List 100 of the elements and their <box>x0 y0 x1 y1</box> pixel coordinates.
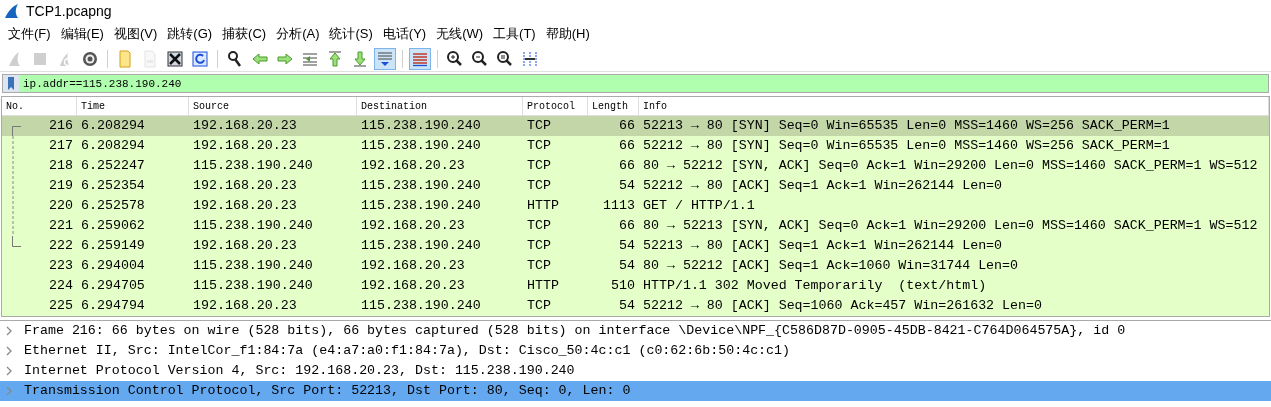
table-cell-text: GET / HTTP/1.1 <box>642 197 756 216</box>
packet-row[interactable]: 216 6.208294 192.168.20.23 115.238.190.240 TCP 66 52213 → 80 [SYN] Seq=0 Win=65535 Len=0 MSS=1460 WS=256 SACK_PERM=1 <box>2 116 1269 136</box>
detail-text: Transmission Control Protocol, Src Port: 52213, Dst Port: 80, Seq: 0, Len: 0 <box>24 382 631 401</box>
column-header[interactable]: No. <box>2 97 77 115</box>
menu-item[interactable]: 无线(W) <box>432 24 488 44</box>
table-cell-text: 115.238.190.240 <box>360 237 482 256</box>
table-cell-text: 54 <box>618 257 636 276</box>
detail-text: Internet Protocol Version 4, Src: 192.168.20.23, Dst: 115.238.190.240 <box>24 362 575 381</box>
table-cell-text: 115.238.190.240 <box>192 277 314 296</box>
packet-row[interactable]: 217 6.208294 192.168.20.23 115.238.190.240 TCP 66 52212 → 80 [SYN] Seq=0 Win=65535 Len=0 MSS=1460 WS=256 SACK_PERM=1 <box>2 136 1269 156</box>
table-cell-text: 115.238.190.240 <box>360 197 482 216</box>
autoscroll-icon <box>376 49 394 68</box>
reload-icon <box>191 49 209 68</box>
table-cell-text: TCP <box>526 157 552 176</box>
folder-icon <box>116 49 134 68</box>
table-cell-text: 115.238.190.240 <box>192 157 314 176</box>
column-header[interactable]: Time <box>77 97 189 115</box>
column-header[interactable]: Source <box>189 97 357 115</box>
table-cell-text: 223 <box>49 257 74 276</box>
table-cell-text: 6.294004 <box>80 257 146 276</box>
table-cell-text: 192.168.20.23 <box>192 297 298 316</box>
table-cell-text: 66 <box>618 217 636 236</box>
table-cell-text: 115.238.190.240 <box>192 257 314 276</box>
table-cell-text: 192.168.20.23 <box>192 237 298 256</box>
packet-row[interactable]: 221 6.259062 115.238.190.240 192.168.20.23 TCP 66 80 → 52213 [SYN, ACK] Seq=0 Ack=1 Win=29200 Len=0 MSS=1460 SACK_PERM=1 WS=512 <box>2 216 1269 236</box>
table-cell-text: 192.168.20.23 <box>192 177 298 196</box>
table-cell-text: 66 <box>618 157 636 176</box>
table-cell-text: HTTP <box>526 197 560 216</box>
toolbar-button[interactable] <box>409 47 431 70</box>
table-cell-text: 54 <box>618 297 636 316</box>
table-cell-text: 66 <box>618 117 636 136</box>
table-cell-text: 510 <box>610 277 636 296</box>
gear-icon <box>81 49 99 68</box>
table-cell-text: 80 → 52212 [ACK] Seq=1 Ack=1060 Win=31744 Len=0 <box>642 257 1020 276</box>
table-cell-text: 192.168.20.23 <box>360 277 466 296</box>
table-cell-text: 80 → 52212 [SYN, ACK] Seq=0 Ack=1 Win=29200 Len=0 MSS=1460 SACK_PERM=1 WS=512 <box>642 157 1259 176</box>
column-header[interactable]: Info <box>639 97 1269 115</box>
resize-columns-icon <box>521 49 539 68</box>
menu-item[interactable]: 帮助(H) <box>541 24 594 44</box>
detail-text: Ethernet II, Src: IntelCor_f1:84:7a (e4:a7:a0:f1:84:7a), Dst: Cisco_50:4c:c1 (c0:62:6b:50:4c:c1) <box>24 342 791 361</box>
table-cell-text: 217 <box>49 137 74 156</box>
menu-item[interactable]: 视图(V) <box>109 24 162 44</box>
table-cell-text: 115.238.190.240 <box>360 137 482 156</box>
menu-item[interactable]: 文件(F) <box>4 24 55 44</box>
search-icon <box>226 49 244 68</box>
menu-item[interactable]: 工具(T) <box>489 24 540 44</box>
table-cell-text: 6.208294 <box>80 117 146 136</box>
toolbar-button[interactable] <box>374 47 396 70</box>
table-cell-text: 192.168.20.23 <box>360 217 466 236</box>
packet-row[interactable]: 224 6.294705 115.238.190.240 192.168.20.23 HTTP 510 HTTP/1.1 302 Moved Temporarily (text/html) <box>2 276 1269 296</box>
menu-item[interactable]: 编辑(E) <box>56 24 108 44</box>
table-cell-text: HTTP <box>526 277 560 296</box>
packet-row[interactable]: 222 6.259149 192.168.20.23 115.238.190.240 TCP 54 52213 → 80 [ACK] Seq=1 Ack=1 Win=262144 Len=0 <box>2 236 1269 256</box>
table-cell-text: 6.294794 <box>80 297 146 316</box>
detail-row[interactable]: Ethernet II, Src: IntelCor_f1:84:7a (e4:a7:a0:f1:84:7a), Dst: Cisco_50:4c:c1 (c0:62:6b:50:4c:c1) <box>0 341 1271 361</box>
table-cell-text: TCP <box>526 237 552 256</box>
column-header[interactable]: Destination <box>357 97 523 115</box>
packet-row[interactable]: 223 6.294004 115.238.190.240 192.168.20.23 TCP 54 80 → 52212 [ACK] Seq=1 Ack=1060 Win=31744 Len=0 <box>2 256 1269 276</box>
table-cell-text: 52213 → 80 [ACK] Seq=1 Ack=1 Win=262144 Len=0 <box>642 237 1004 256</box>
menu-item[interactable]: 捕获(C) <box>218 24 271 44</box>
table-cell-text: 54 <box>618 177 636 196</box>
table-cell-text: TCP <box>526 257 552 276</box>
table-cell-text: 216 <box>49 117 74 136</box>
packet-row[interactable]: 219 6.252354 192.168.20.23 115.238.190.240 TCP 54 52212 → 80 [ACK] Seq=1 Ack=1 Win=262144 Len=0 <box>2 176 1269 196</box>
table-cell-text: 54 <box>618 237 636 256</box>
table-cell-text: 6.252578 <box>80 197 146 216</box>
file-icon <box>141 49 159 68</box>
table-cell-text: 115.238.190.240 <box>360 297 482 316</box>
table-cell-text: 221 <box>49 217 74 236</box>
detail-row[interactable]: Frame 216: 66 bytes on wire (528 bits), 66 bytes captured (528 bits) on interface \Device\NPF_{C586D87D-0905-45DB-8421-C764D064575A}, id 0 <box>0 321 1271 341</box>
table-cell-text: TCP <box>526 177 552 196</box>
up-arrow-icon <box>326 49 344 68</box>
table-cell-text: 192.168.20.23 <box>360 157 466 176</box>
zoom-in-icon <box>446 49 464 68</box>
table-cell-text: 222 <box>49 237 74 256</box>
table-cell-text: TCP <box>526 137 552 156</box>
zoom-out-icon <box>471 49 489 68</box>
packet-row[interactable]: 218 6.252247 115.238.190.240 192.168.20.23 TCP 66 80 → 52212 [SYN, ACK] Seq=0 Ack=1 Win=29200 Len=0 MSS=1460 SACK_PERM=1 WS=512 <box>2 156 1269 176</box>
menu-item[interactable]: 统计(S) <box>325 24 377 44</box>
table-cell-text: 192.168.20.23 <box>192 137 298 156</box>
menu-item[interactable]: 跳转(G) <box>163 24 217 44</box>
packet-row[interactable]: 220 6.252578 192.168.20.23 115.238.190.240 HTTP 1113 GET / HTTP/1.1 <box>2 196 1269 216</box>
table-cell-text: 6.259149 <box>80 237 146 256</box>
table-cell-text: TCP <box>526 297 552 316</box>
table-cell-text: 52212 → 80 [ACK] Seq=1 Ack=1 Win=262144 Len=0 <box>642 177 1004 196</box>
menu-item[interactable]: 电话(Y) <box>378 24 431 44</box>
table-cell-text: 115.238.190.240 <box>360 117 482 136</box>
table-cell-text: 6.252354 <box>80 177 146 196</box>
packet-row[interactable]: 225 6.294794 192.168.20.23 115.238.190.240 TCP 54 52212 → 80 [ACK] Seq=1060 Ack=457 Win=261632 Len=0 <box>2 296 1269 316</box>
column-header[interactable]: Length <box>588 97 639 115</box>
menu-item[interactable]: 分析(A) <box>272 24 324 44</box>
table-cell-text: 220 <box>49 197 74 216</box>
table-cell-text: HTTP/1.1 302 Moved Temporarily (text/html) <box>642 277 988 296</box>
table-cell-text: TCP <box>526 117 552 136</box>
table-cell-text: 192.168.20.23 <box>192 117 298 136</box>
table-cell-text: 218 <box>49 157 74 176</box>
detail-row[interactable]: Internet Protocol Version 4, Src: 192.168.20.23, Dst: 115.238.190.240 <box>0 361 1271 381</box>
column-header[interactable]: Protocol <box>523 97 588 115</box>
table-cell-text: 66 <box>618 137 636 156</box>
detail-row[interactable]: Transmission Control Protocol, Src Port: 52213, Dst Port: 80, Seq: 0, Len: 0 <box>0 381 1271 401</box>
